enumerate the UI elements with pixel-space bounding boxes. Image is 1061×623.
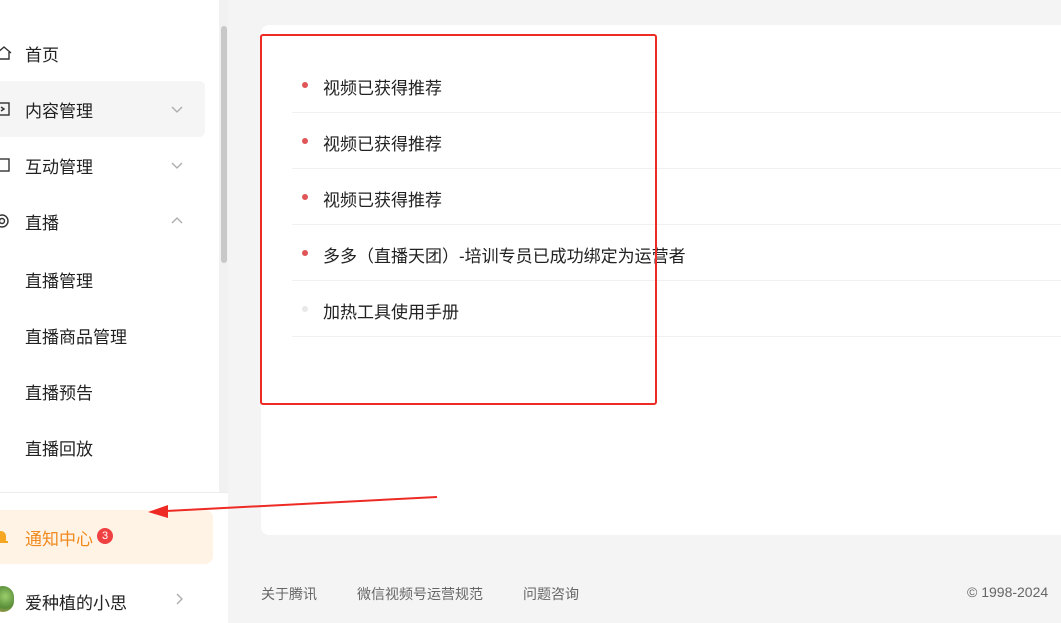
sidebar-item-label: 内容管理 xyxy=(25,101,93,121)
user-profile[interactable]: 爱种植的小思 xyxy=(0,576,205,622)
sidebar-item-label: 首页 xyxy=(25,45,59,65)
avatar xyxy=(0,586,14,612)
sidebar-item-label: 互动管理 xyxy=(25,157,93,177)
sidebar-subitem-live-products[interactable]: 直播商品管理 xyxy=(25,323,127,348)
notification-count-badge: 3 xyxy=(97,528,113,544)
sidebar-scrollbar-thumb[interactable] xyxy=(221,26,227,263)
live-icon xyxy=(0,214,9,228)
sidebar-subitem-live-manage[interactable]: 直播管理 xyxy=(25,267,93,292)
sidebar-subitem-live-preview[interactable]: 直播预告 xyxy=(25,379,93,404)
sidebar-item-content[interactable]: 内容管理 xyxy=(0,81,205,137)
home-icon xyxy=(0,46,12,60)
sidebar-item-notification-center[interactable]: 通知中心 3 xyxy=(0,510,213,564)
sidebar: 首页 内容管理 互动管理 直播 直播管理 直播商品管理 直播预告 直播回放 通知… xyxy=(0,0,228,623)
chevron-down-icon xyxy=(171,106,183,113)
footer-link-about[interactable]: 关于腾讯 xyxy=(261,584,317,604)
interaction-icon xyxy=(0,158,10,172)
user-name: 爱种植的小思 xyxy=(25,594,127,613)
chevron-up-icon xyxy=(171,217,183,224)
notification-center-label: 通知中心 xyxy=(25,529,93,549)
sidebar-subitem-live-replay[interactable]: 直播回放 xyxy=(25,435,93,460)
bell-icon xyxy=(0,531,8,543)
sidebar-divider xyxy=(0,492,228,493)
chevron-down-icon xyxy=(171,162,183,169)
sidebar-item-home[interactable]: 首页 xyxy=(0,25,205,81)
footer-link-rules[interactable]: 微信视频号运营规范 xyxy=(357,584,483,604)
content-icon xyxy=(0,102,10,116)
sidebar-item-interaction[interactable]: 互动管理 xyxy=(0,137,205,193)
copyright: © 1998-2024 xyxy=(967,584,1049,600)
chevron-right-icon xyxy=(176,593,183,605)
footer-link-help[interactable]: 问题咨询 xyxy=(523,584,579,604)
annotation-highlight-box xyxy=(260,34,657,405)
sidebar-item-label: 直播 xyxy=(25,213,59,233)
sidebar-item-live[interactable]: 直播 xyxy=(0,193,205,249)
